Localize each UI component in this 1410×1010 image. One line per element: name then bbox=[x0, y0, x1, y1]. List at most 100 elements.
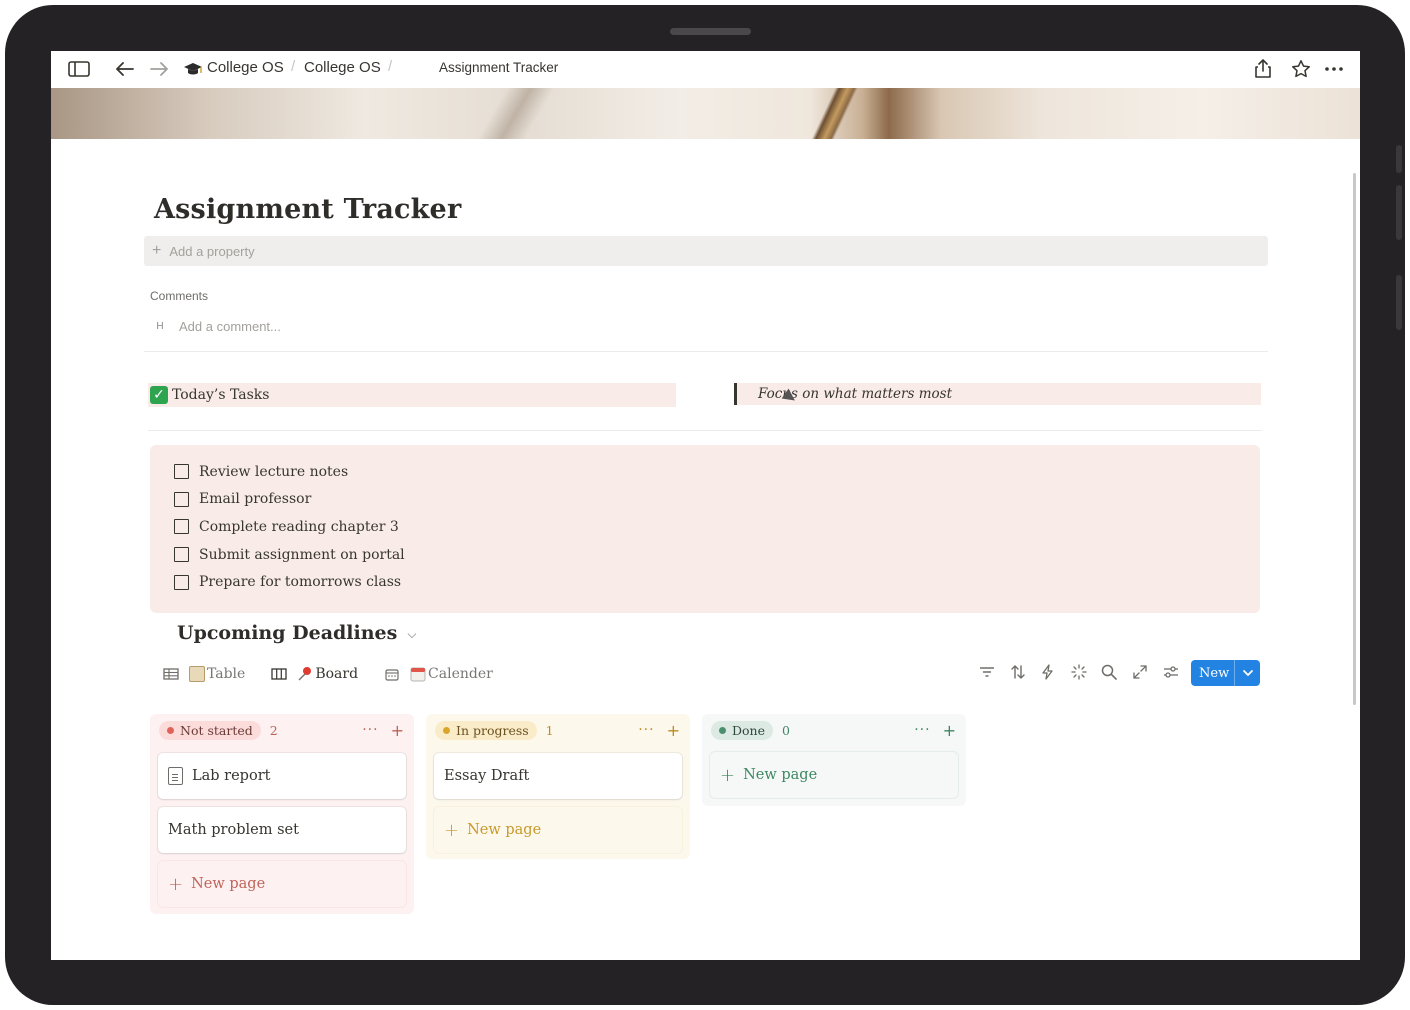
scrollbar[interactable] bbox=[1353, 173, 1356, 705]
search-icon[interactable] bbox=[1098, 661, 1120, 683]
cover-pencil bbox=[806, 88, 866, 139]
status-dot bbox=[167, 726, 174, 734]
new-page-button[interactable]: + New page bbox=[158, 861, 406, 907]
expand-icon[interactable] bbox=[1129, 661, 1151, 683]
settings-sliders-icon[interactable] bbox=[1160, 661, 1182, 683]
breadcrumb-workspace[interactable]: College OS bbox=[207, 59, 284, 76]
todo-label: Review lecture notes bbox=[199, 463, 349, 480]
status-label: Not started bbox=[180, 722, 253, 738]
checkbox[interactable] bbox=[174, 519, 189, 535]
new-button[interactable]: New bbox=[1191, 660, 1260, 686]
tab-label: Board bbox=[315, 666, 359, 682]
pushpin-emoji-icon bbox=[297, 666, 313, 682]
plus-icon: + bbox=[444, 819, 460, 841]
plus-icon[interactable]: + bbox=[391, 721, 404, 740]
tab-label: Calender bbox=[428, 666, 493, 682]
todo-label: Complete reading chapter 3 bbox=[199, 518, 399, 535]
chevron-down-icon[interactable]: ⌵ bbox=[407, 627, 416, 642]
column-actions: ··· + bbox=[362, 721, 406, 740]
comment-input[interactable]: H Add a comment... bbox=[150, 316, 281, 336]
calendar-icon bbox=[384, 668, 400, 681]
todo-list: Review lecture notes Email professor Com… bbox=[150, 445, 1260, 613]
todo-item[interactable]: Email professor bbox=[174, 486, 1260, 514]
board-column-done: Done 0 ··· + + New page bbox=[702, 714, 966, 806]
todo-label: Prepare for tomorrows class bbox=[199, 574, 402, 591]
quote-block[interactable]: Focus on what matters most bbox=[734, 383, 1261, 405]
new-page-label: New page bbox=[467, 822, 542, 838]
more-options-icon[interactable]: ··· bbox=[362, 722, 378, 738]
column-header: In progress 1 ··· + bbox=[434, 714, 682, 746]
calendar-emoji-icon bbox=[410, 666, 426, 682]
card-title: Essay Draft bbox=[444, 768, 530, 784]
column-count: 0 bbox=[782, 722, 790, 738]
document-icon bbox=[168, 767, 183, 785]
card-title: Lab report bbox=[192, 768, 271, 784]
new-page-label: New page bbox=[191, 876, 266, 892]
board-column-not-started: Not started 2 ··· + Lab report Math prob… bbox=[150, 714, 414, 914]
board-card[interactable]: Lab report bbox=[158, 753, 406, 799]
share-icon[interactable] bbox=[1251, 58, 1275, 80]
status-label: In progress bbox=[456, 722, 529, 738]
sparkle-icon[interactable] bbox=[1068, 661, 1090, 683]
checkbox[interactable] bbox=[174, 547, 189, 563]
column-actions: ··· + bbox=[638, 721, 682, 740]
hardware-button bbox=[1396, 145, 1402, 173]
avatar: H bbox=[156, 320, 164, 332]
new-page-button[interactable]: + New page bbox=[434, 807, 682, 853]
breadcrumb-parent[interactable]: College OS bbox=[304, 59, 381, 76]
quote-bar bbox=[734, 383, 737, 405]
board-column-in-progress: In progress 1 ··· + Essay Draft + New pa… bbox=[426, 714, 690, 859]
more-options-icon[interactable] bbox=[1322, 58, 1346, 80]
todo-item[interactable]: Prepare for tomorrows class bbox=[174, 568, 1260, 596]
board-card[interactable]: Math problem set bbox=[158, 807, 406, 853]
status-badge[interactable]: In progress bbox=[435, 720, 537, 740]
filter-icon[interactable] bbox=[976, 661, 998, 683]
status-dot bbox=[719, 726, 726, 734]
status-badge[interactable]: Done bbox=[711, 720, 773, 740]
new-page-button[interactable]: + New page bbox=[710, 752, 958, 798]
sidebar-toggle-icon[interactable] bbox=[67, 58, 91, 80]
more-options-icon[interactable]: ··· bbox=[638, 722, 654, 738]
divider bbox=[144, 351, 1268, 352]
hardware-button bbox=[1396, 185, 1402, 240]
notion-window: College OS / College OS / Assignment Tra… bbox=[51, 51, 1360, 960]
todays-tasks-heading[interactable]: ✓ Today’s Tasks bbox=[148, 383, 676, 407]
view-tabs: Table Board Calender bbox=[163, 666, 519, 682]
plus-icon[interactable]: + bbox=[943, 721, 956, 740]
back-arrow-icon[interactable] bbox=[113, 58, 137, 80]
top-bar: College OS / College OS / Assignment Tra… bbox=[51, 51, 1360, 88]
todo-item[interactable]: Submit assignment on portal bbox=[174, 541, 1260, 569]
add-property-label: Add a property bbox=[169, 243, 255, 259]
graduation-cap-icon bbox=[181, 58, 205, 80]
checkbox[interactable] bbox=[174, 491, 189, 507]
todo-item[interactable]: Review lecture notes bbox=[174, 458, 1260, 486]
database-toolbar bbox=[976, 661, 1190, 683]
chevron-down-icon[interactable] bbox=[1235, 667, 1260, 680]
tab-calendar[interactable]: Calender bbox=[384, 666, 493, 682]
checkbox[interactable] bbox=[174, 464, 189, 480]
star-icon[interactable] bbox=[1289, 58, 1313, 80]
database-title[interactable]: Upcoming Deadlines ⌵ bbox=[177, 622, 416, 644]
more-options-icon[interactable]: ··· bbox=[914, 722, 930, 738]
plus-icon: + bbox=[720, 764, 736, 786]
checkbox[interactable] bbox=[174, 574, 189, 590]
breadcrumb-current[interactable]: Assignment Tracker bbox=[439, 60, 558, 75]
status-badge[interactable]: Not started bbox=[159, 720, 261, 740]
column-header: Done 0 ··· + bbox=[710, 714, 958, 746]
board-card[interactable]: Essay Draft bbox=[434, 753, 682, 799]
plus-icon[interactable]: + bbox=[667, 721, 680, 740]
tab-table[interactable]: Table bbox=[163, 666, 245, 682]
new-page-label: New page bbox=[743, 767, 818, 783]
status-label: Done bbox=[732, 722, 765, 738]
add-property-button[interactable]: + Add a property bbox=[144, 236, 1268, 266]
todo-item[interactable]: Complete reading chapter 3 bbox=[174, 513, 1260, 541]
lightning-icon[interactable] bbox=[1037, 661, 1059, 683]
breadcrumb-separator: / bbox=[388, 58, 393, 75]
notepad-emoji-icon bbox=[189, 666, 205, 682]
card-title: Math problem set bbox=[168, 822, 299, 838]
breadcrumb-separator: / bbox=[291, 58, 296, 75]
forward-arrow-icon[interactable] bbox=[147, 58, 171, 80]
sort-icon[interactable] bbox=[1007, 661, 1029, 683]
page-title[interactable]: Assignment Tracker bbox=[154, 194, 461, 225]
tab-board[interactable]: Board bbox=[271, 666, 358, 682]
